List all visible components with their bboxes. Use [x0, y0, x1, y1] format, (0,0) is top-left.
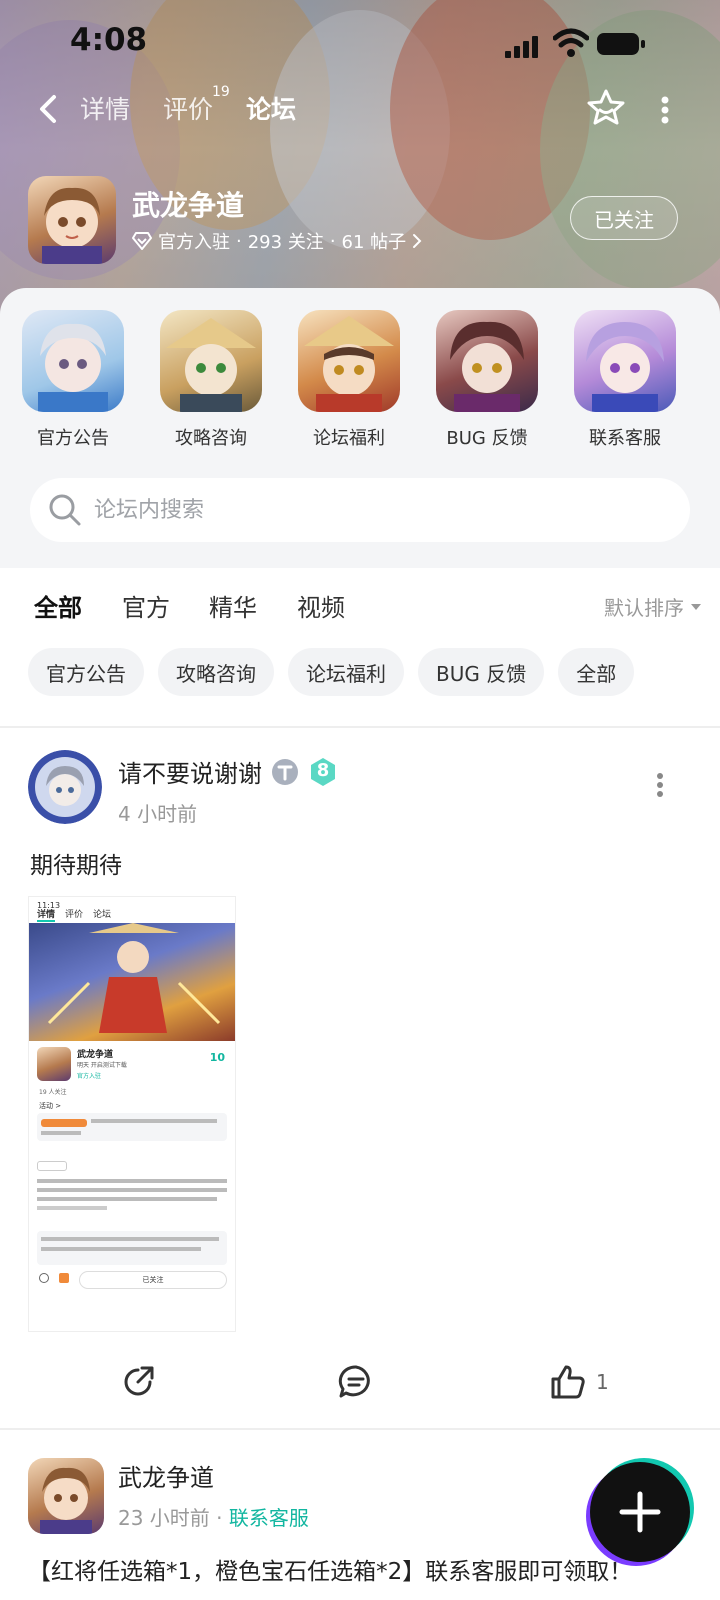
sort-label: 默认排序 [604, 596, 684, 620]
author-name[interactable]: 武龙争道 [118, 1458, 214, 1493]
entry-customer-service[interactable]: 联系客服 [574, 310, 712, 450]
entry-label: 官方公告 [37, 428, 109, 449]
entry-customer-service-image [574, 310, 676, 412]
entry-label: BUG 反馈 [446, 428, 528, 449]
game-info: 武龙争道 官方入驻 · 293 关注 · 61 帖子 已关注 [28, 176, 692, 266]
post-more-icon[interactable] [656, 772, 664, 798]
filter-chips: 官方公告 攻略咨询 论坛福利 BUG 反馈 全部 [28, 648, 635, 696]
game-title: 武龙争道 [132, 189, 245, 222]
thumbs-up-icon [551, 1365, 585, 1399]
feed-tabs: 全部 官方 精华 视频 默认排序 [0, 568, 720, 638]
entry-strategy-image [160, 310, 262, 412]
like-count: 1 [596, 1370, 609, 1394]
official-label: 官方入驻 [158, 232, 230, 253]
tab-forum[interactable]: 论坛 [246, 90, 296, 132]
feed-tab-featured[interactable]: 精华 [209, 588, 257, 623]
author-name: 请不要说谢谢 [118, 760, 262, 788]
avatar[interactable] [28, 1458, 104, 1534]
screenshot-tabs: 详情 评价 论坛 [37, 907, 111, 922]
entry-label: 攻略咨询 [175, 428, 247, 449]
game-icon[interactable] [28, 176, 116, 264]
post-card[interactable]: 请不要说谢谢 8 4 小时前 期待期待 11:13 详情 评价 论坛 武龙争道 … [0, 728, 720, 1428]
post-time: 23 小时前 [118, 1506, 210, 1530]
chip-strategy[interactable]: 攻略咨询 [158, 648, 274, 696]
sort-dropdown[interactable]: 默认排序 [604, 592, 702, 621]
entry-official-notice[interactable]: 官方公告 [22, 310, 160, 450]
chip-all[interactable]: 全部 [558, 648, 635, 696]
post-content: 【红将任选箱*1，橙色宝石任选箱*2】联系客服即可领取！ [28, 1559, 633, 1585]
share-button[interactable] [120, 1364, 156, 1400]
share-icon [124, 1366, 154, 1396]
game-banner: 4:08 详情 评价 19 论坛 武龙争道 官方入驻 · 293 关注 · 61… [0, 0, 720, 330]
entry-bug-report-image [436, 310, 538, 412]
post-time: 4 小时前 [118, 802, 198, 826]
feed-tab-official[interactable]: 官方 [122, 588, 170, 623]
battery-icon [597, 33, 645, 55]
forum-search-bar[interactable] [30, 478, 690, 542]
wifi-icon [553, 28, 589, 57]
entry-official-notice-image [22, 310, 124, 412]
chip-welfare[interactable]: 论坛福利 [288, 648, 404, 696]
back-arrow-icon[interactable] [36, 94, 60, 124]
entry-welfare[interactable]: 论坛福利 [298, 310, 436, 450]
cellular-signal-icon [505, 36, 538, 58]
user-badge-icon [272, 758, 298, 785]
screenshot-banner-art [29, 923, 235, 1041]
post-content: 期待期待 [30, 853, 122, 879]
like-button[interactable]: 1 [550, 1364, 609, 1400]
status-bar: 4:08 [0, 22, 720, 66]
entry-bug-report[interactable]: BUG 反馈 [436, 310, 574, 450]
feed-tab-video[interactable]: 视频 [297, 588, 345, 623]
follow-button[interactable]: 已关注 [570, 196, 678, 240]
entry-label: 联系客服 [589, 428, 661, 449]
search-icon [49, 494, 81, 526]
caret-down-icon [691, 603, 701, 610]
level-badge: 8 [308, 757, 338, 787]
avatar[interactable] [28, 750, 102, 824]
posts-count: 61 帖子 [341, 232, 407, 253]
entry-strategy[interactable]: 攻略咨询 [160, 310, 298, 450]
favorite-star-icon[interactable] [586, 88, 626, 128]
category-entries: 官方公告 攻略咨询 论坛福利 BUG 反馈 联系客服 [22, 310, 712, 450]
status-time: 4:08 [70, 22, 148, 58]
plus-icon [619, 1491, 661, 1533]
chevron-right-icon [413, 234, 422, 248]
diamond-icon [132, 232, 152, 250]
post-actions: 1 [0, 1354, 720, 1414]
reviews-count-badge: 19 [212, 84, 230, 100]
create-post-button[interactable] [590, 1462, 690, 1562]
post-author[interactable]: 请不要说谢谢 8 [118, 754, 338, 789]
top-navigation: 详情 评价 19 论坛 [0, 82, 720, 138]
entry-welfare-image [298, 310, 400, 412]
comment-button[interactable] [338, 1364, 374, 1400]
search-input[interactable] [94, 497, 634, 523]
more-options-icon[interactable] [660, 96, 670, 124]
forum-panel: 官方公告 攻略咨询 论坛福利 BUG 反馈 联系客服 [0, 288, 720, 568]
entry-label: 论坛福利 [313, 428, 385, 449]
feed-tab-all[interactable]: 全部 [34, 588, 82, 627]
followers-count: 293 关注 [247, 232, 324, 253]
post-category-tag[interactable]: 联系客服 [229, 1506, 309, 1530]
game-meta[interactable]: 官方入驻 · 293 关注 · 61 帖子 [132, 228, 422, 254]
chip-official-notice[interactable]: 官方公告 [28, 648, 144, 696]
post-time-line: 23 小时前 · 联系客服 [118, 1506, 309, 1530]
comment-icon [338, 1365, 370, 1398]
tab-details[interactable]: 详情 [80, 90, 130, 126]
screenshot-game-icon [37, 1047, 71, 1081]
post-image[interactable]: 11:13 详情 评价 论坛 武龙争道 明天 开启测试下载 官方入驻 10 19… [28, 896, 236, 1332]
tab-reviews[interactable]: 评价 [163, 90, 213, 126]
chip-bug-report[interactable]: BUG 反馈 [418, 648, 545, 696]
